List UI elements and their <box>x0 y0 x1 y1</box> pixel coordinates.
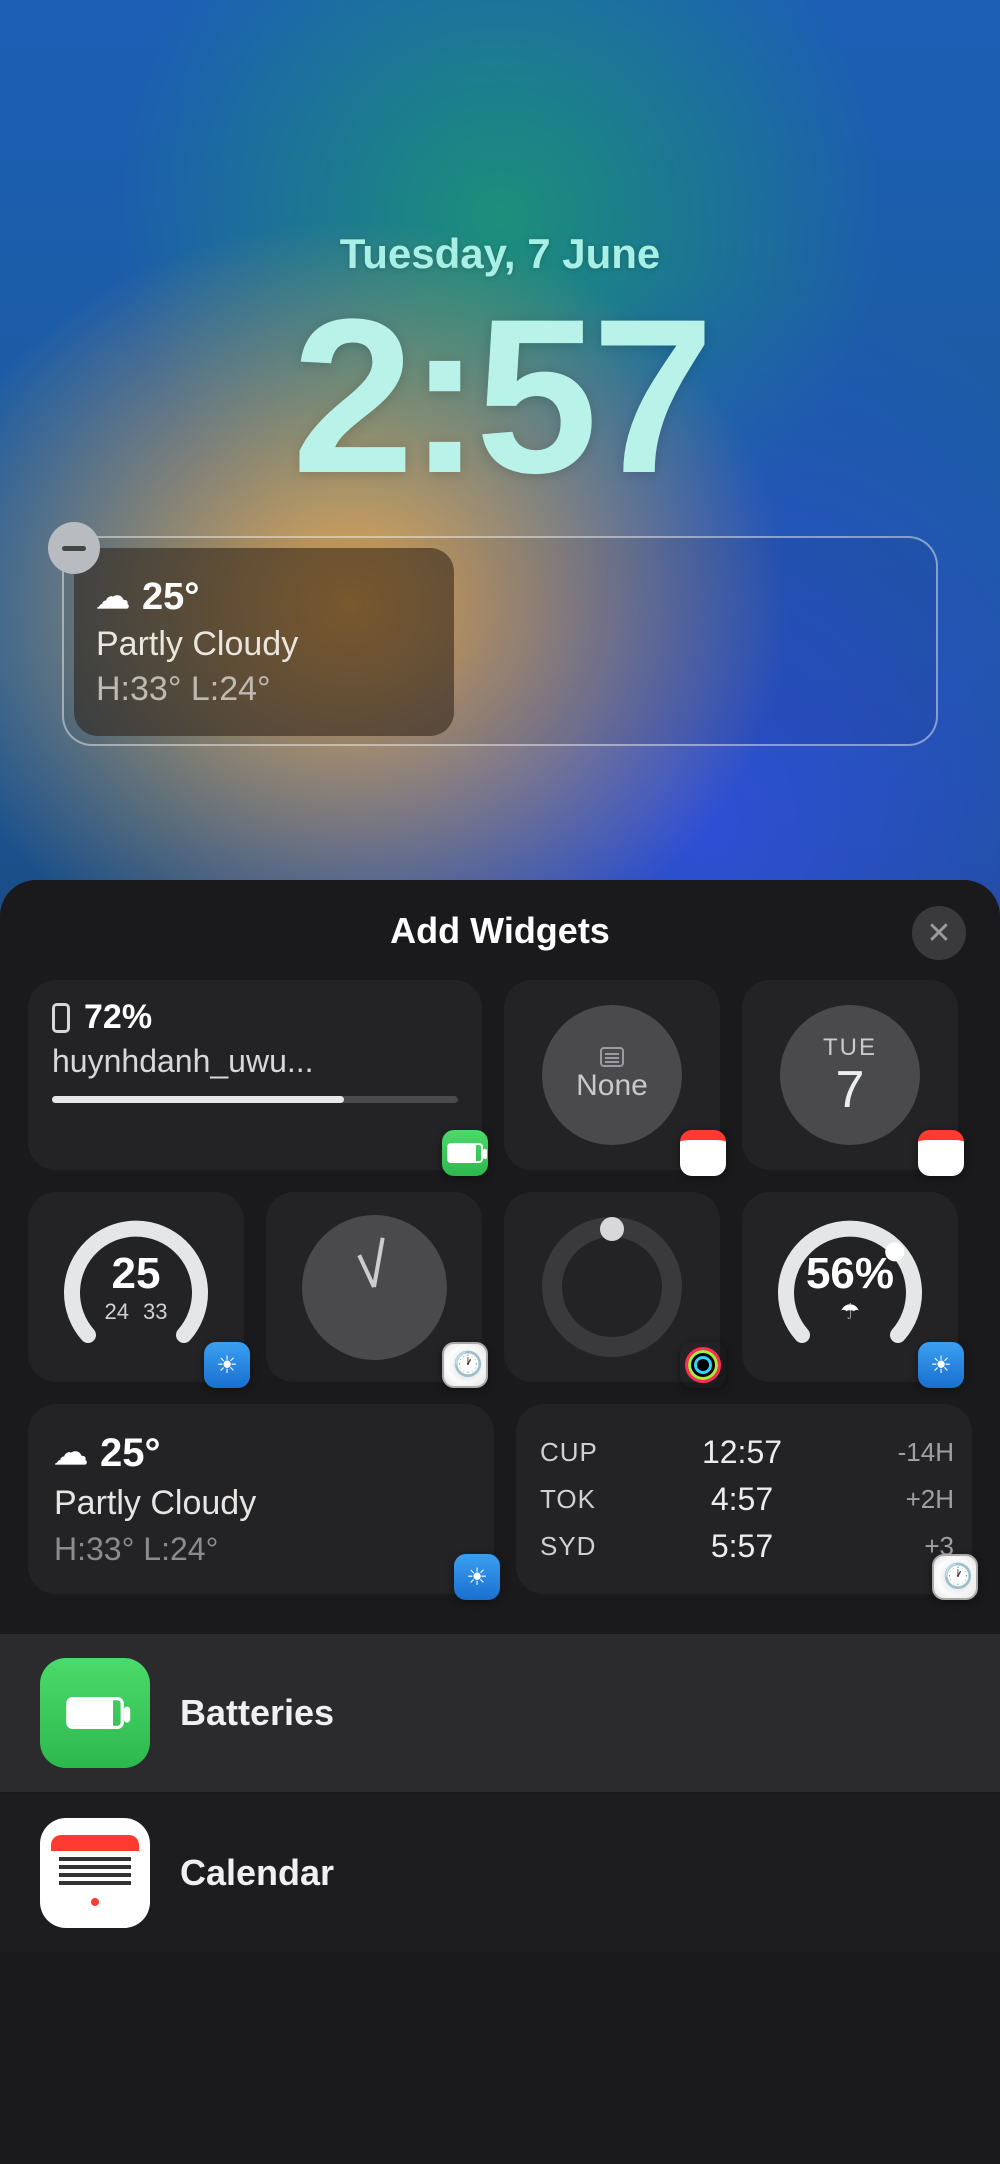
lock-screen-clock: 2:57 <box>0 286 1000 506</box>
partly-cloudy-night-icon: ☁︎ <box>54 1433 88 1473</box>
umbrella-icon: ☂︎ <box>840 1299 860 1325</box>
app-label: Calendar <box>180 1852 334 1894</box>
calendar-app-badge-icon <box>918 1130 964 1176</box>
temp-gauge-value: 25 <box>112 1249 161 1299</box>
clock-face-icon <box>302 1215 447 1360</box>
calendar-app-icon <box>40 1818 150 1928</box>
widget-temp-gauge[interactable]: 25 24 33 ☀︎ <box>28 1192 244 1382</box>
calendar-none-label: None <box>576 1069 648 1103</box>
phone-icon <box>52 1003 70 1033</box>
widget-calendar-date[interactable]: TUE 7 <box>742 980 958 1170</box>
activity-ring-icon <box>542 1217 682 1357</box>
widget-calendar-none[interactable]: None <box>504 980 720 1170</box>
widget-slot-container[interactable]: ☁︎ 25° Partly Cloudy H:33° L:24° <box>62 536 938 746</box>
lock-screen-date: Tuesday, 7 June <box>0 230 1000 278</box>
world-clock-row: SYD 5:57 +3 <box>540 1528 954 1565</box>
weather-app-badge-icon: ☀︎ <box>454 1554 500 1600</box>
batteries-app-badge-icon <box>442 1130 488 1176</box>
widget-precip-gauge[interactable]: 56% ☂︎ ☀︎ <box>742 1192 958 1382</box>
weather2-hilo: H:33° L:24° <box>54 1531 218 1568</box>
weather2-temp: 25° <box>100 1431 161 1476</box>
widget-battery[interactable]: 72% huynhdanh_uwu... <box>28 980 482 1170</box>
weather-hilo: H:33° L:24° <box>96 670 432 709</box>
app-label: Batteries <box>180 1692 334 1734</box>
battery-bar <box>52 1096 458 1103</box>
weather2-condition: Partly Cloudy <box>54 1484 256 1523</box>
weather-app-badge-icon: ☀︎ <box>204 1342 250 1388</box>
sheet-title: Add Widgets <box>28 910 972 952</box>
weather-temp: 25° <box>142 576 199 619</box>
widget-world-clock[interactable]: CUP 12:57 -14H TOK 4:57 +2H SYD 5:57 +3 <box>516 1404 972 1594</box>
fitness-app-badge-icon <box>680 1342 726 1388</box>
calendar-app-badge-icon <box>680 1130 726 1176</box>
lock-screen-header: Tuesday, 7 June 2:57 <box>0 0 1000 506</box>
weather-widget-placed[interactable]: ☁︎ 25° Partly Cloudy H:33° L:24° <box>74 548 454 736</box>
remove-widget-button[interactable] <box>48 522 100 574</box>
add-widgets-sheet: Add Widgets ✕ 72% huynhdanh_uwu... <box>0 880 1000 2164</box>
minus-icon <box>62 546 86 551</box>
calendar-day: 7 <box>836 1064 865 1116</box>
clock-app-badge-icon: 🕐 <box>932 1554 978 1600</box>
world-clock-row: TOK 4:57 +2H <box>540 1481 954 1518</box>
battery-device-name: huynhdanh_uwu... <box>52 1043 458 1080</box>
clock-app-badge-icon: 🕐 <box>442 1342 488 1388</box>
widget-activity[interactable] <box>504 1192 720 1382</box>
widget-weather-summary[interactable]: ☁︎ 25° Partly Cloudy H:33° L:24° ☀︎ <box>28 1404 494 1594</box>
weather-condition: Partly Cloudy <box>96 625 432 664</box>
widget-app-list: Batteries Calendar <box>0 1634 1000 1952</box>
close-sheet-button[interactable]: ✕ <box>912 906 966 960</box>
precip-gauge-value: 56% <box>806 1249 894 1299</box>
batteries-app-icon <box>40 1658 150 1768</box>
calendar-dow: TUE <box>823 1034 877 1062</box>
calendar-empty-icon <box>600 1047 624 1067</box>
partly-cloudy-night-icon: ☁︎ <box>96 577 130 617</box>
battery-percent: 72% <box>84 998 152 1037</box>
close-icon: ✕ <box>926 916 951 951</box>
weather-app-badge-icon: ☀︎ <box>918 1342 964 1388</box>
temp-gauge-lo: 24 <box>105 1299 129 1325</box>
temp-gauge-hi: 33 <box>143 1299 167 1325</box>
world-clock-row: CUP 12:57 -14H <box>540 1434 954 1471</box>
app-row-batteries[interactable]: Batteries <box>0 1634 1000 1792</box>
app-row-calendar[interactable]: Calendar <box>0 1794 1000 1952</box>
widget-analog-clock[interactable]: 🕐 <box>266 1192 482 1382</box>
